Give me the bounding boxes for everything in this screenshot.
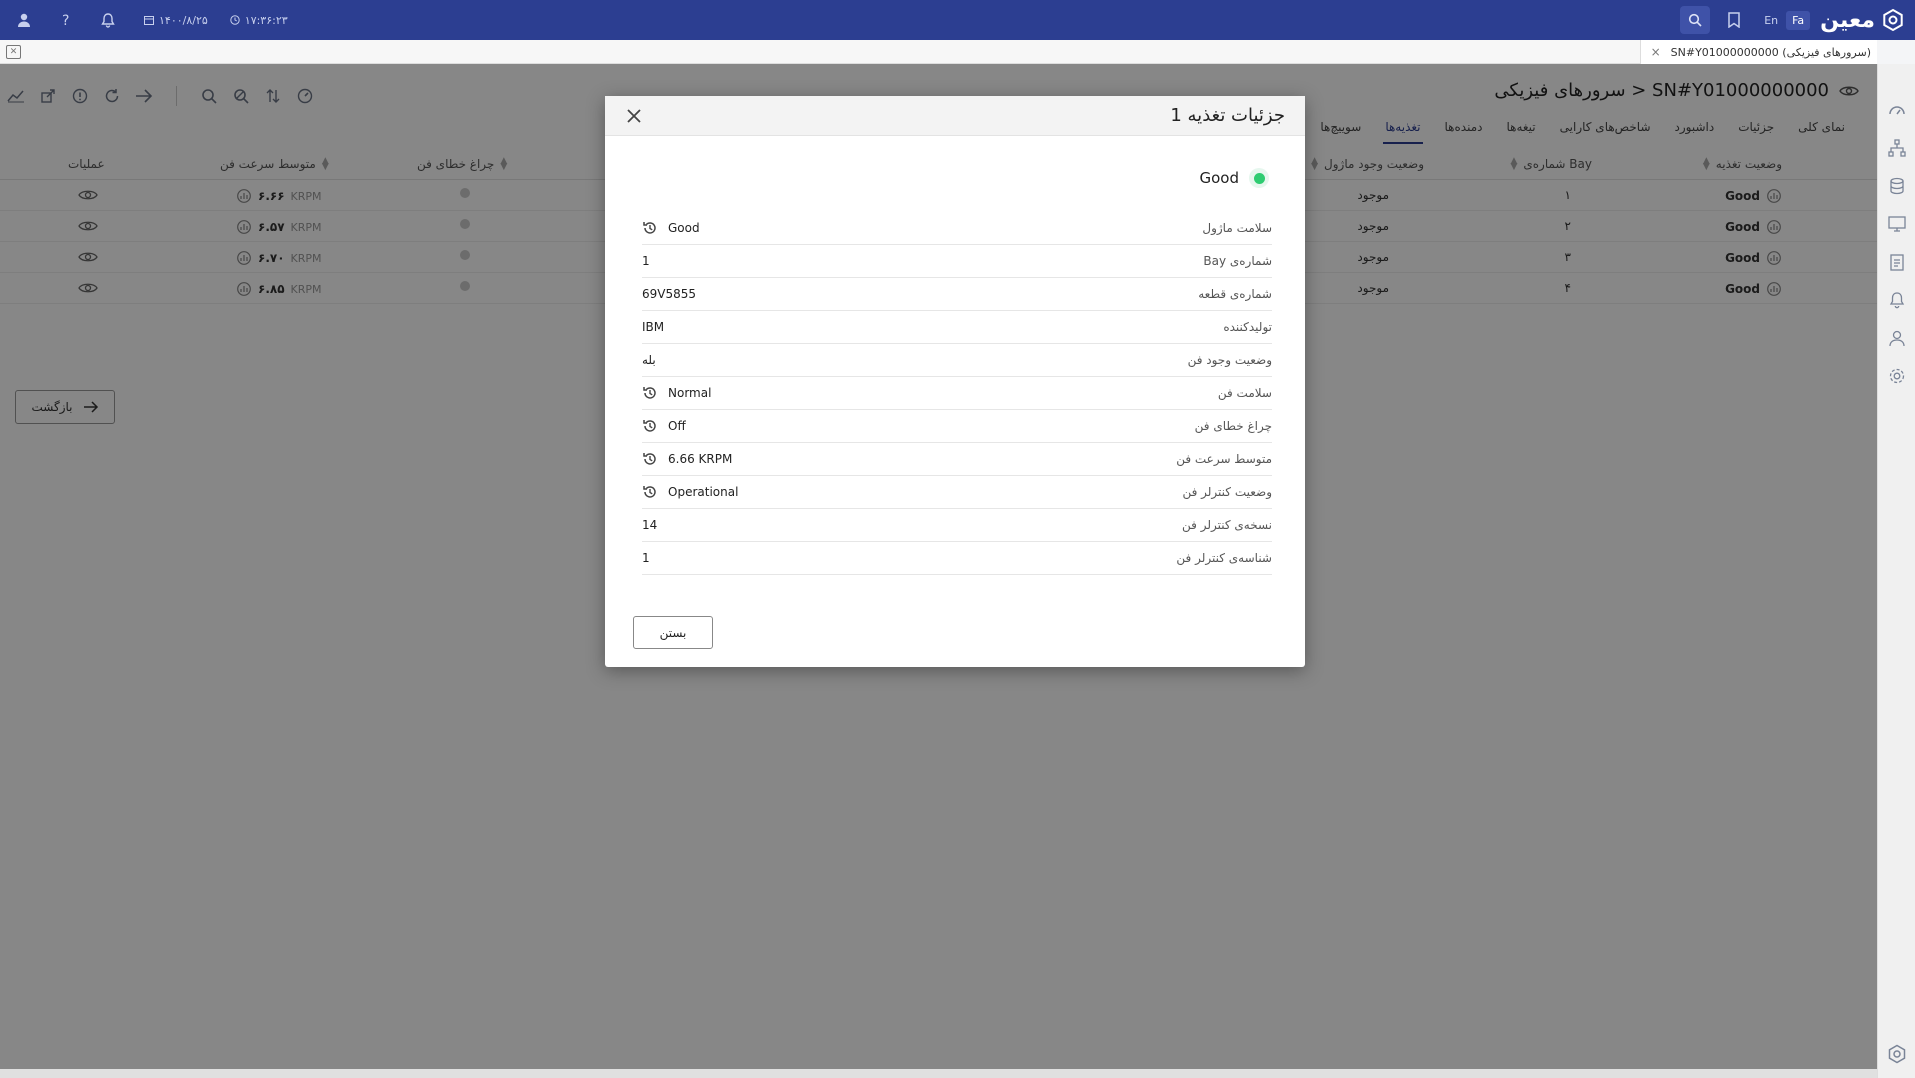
open-tab[interactable]: × SN#Y01000000000 (سرورهای فیزیکی)	[1639, 40, 1877, 64]
detail-label: تولیدکننده	[1223, 320, 1272, 334]
detail-value-group: IBM	[642, 320, 664, 334]
dashboard-gauge-icon[interactable]	[1887, 100, 1907, 120]
product-emblem-icon	[1887, 1044, 1907, 1064]
history-icon[interactable]	[642, 385, 658, 401]
detail-row: 14 نسخه‌ی کنترلر فن	[642, 509, 1272, 542]
detail-row: Good سلامت ماژول	[642, 212, 1272, 245]
detail-value: Good	[668, 221, 700, 235]
overall-status-text: Good	[1199, 169, 1240, 187]
detail-label: وضعیت کنترلر فن	[1182, 485, 1272, 499]
detail-value-group: 14	[642, 518, 657, 532]
detail-row: بله وضعیت وجود فن	[642, 344, 1272, 377]
detail-row: Normal سلامت فن	[642, 377, 1272, 410]
detail-row: Operational وضعیت کنترلر فن	[642, 476, 1272, 509]
detail-value-group: Normal	[642, 385, 711, 401]
close-button[interactable]: بستن	[633, 616, 713, 649]
topology-icon[interactable]	[1887, 138, 1907, 158]
detail-label: شماره‌ی قطعه	[1198, 287, 1272, 301]
detail-value: 1	[642, 254, 650, 268]
history-icon[interactable]	[642, 418, 658, 434]
open-tab-label: SN#Y01000000000 (سرورهای فیزیکی)	[1670, 45, 1871, 59]
side-nav-rail	[1877, 64, 1915, 1078]
time-display: ۱۷:۳۶:۲۳	[230, 14, 288, 27]
detail-value-group: 69V5855	[642, 287, 696, 301]
svg-text:?: ?	[62, 13, 69, 28]
top-bar: ? ۱۴۰۰/۸/۲۵ ۱۷:۳۶:۲۳ En Fa معین	[0, 0, 1915, 40]
time-text: ۱۷:۳۶:۲۳	[244, 13, 288, 27]
detail-value: Operational	[668, 485, 739, 499]
status-strip	[0, 1069, 1877, 1078]
detail-value: Off	[668, 419, 686, 433]
detail-value: 14	[642, 518, 658, 532]
detail-label: سلامت ماژول	[1202, 221, 1272, 235]
users-icon[interactable]	[1887, 328, 1907, 348]
monitor-icon[interactable]	[1887, 214, 1907, 234]
calendar-icon	[144, 15, 154, 25]
close-icon[interactable]	[623, 105, 645, 127]
detail-value: Normal	[668, 386, 712, 400]
help-icon[interactable]: ?	[52, 6, 80, 34]
detail-value-group: 1	[642, 551, 650, 565]
detail-label: وضعیت وجود فن	[1187, 353, 1272, 367]
lang-en-button[interactable]: En	[1758, 11, 1784, 30]
lang-fa-button[interactable]: Fa	[1786, 10, 1811, 30]
date-text: ۱۴۰۰/۸/۲۵	[159, 13, 208, 27]
detail-row: 1 شماره‌ی Bay	[642, 245, 1272, 278]
detail-value-group: بله	[642, 353, 656, 367]
brand-emblem-icon	[1881, 8, 1905, 32]
detail-value-group: 1	[642, 254, 650, 268]
clipboard-icon[interactable]	[1887, 252, 1907, 272]
top-bar-left: ? ۱۴۰۰/۸/۲۵ ۱۷:۳۶:۲۳	[10, 6, 288, 34]
detail-value-group: Good	[642, 220, 700, 236]
details-list: Good سلامت ماژول 1 شماره‌ی Bay 69V5855 ش…	[642, 212, 1272, 575]
history-icon[interactable]	[642, 220, 658, 236]
power-details-dialog: جزئیات تغذیه 1 Good Good سلامت ماژول 1 ش…	[605, 96, 1305, 667]
search-button[interactable]	[1680, 6, 1711, 34]
overall-status: Good	[1199, 168, 1269, 188]
detail-value-group: 6.66 KRPM	[642, 451, 732, 467]
search-icon	[1688, 13, 1702, 27]
notification-bell-icon[interactable]	[94, 6, 122, 34]
brand-logo[interactable]: معین	[1820, 8, 1905, 33]
bookmark-icon[interactable]	[1720, 6, 1748, 34]
close-all-tabs-icon[interactable]: ✕	[6, 45, 21, 59]
date-display: ۱۴۰۰/۸/۲۵	[144, 14, 208, 27]
detail-label: نسخه‌ی کنترلر فن	[1182, 518, 1272, 532]
status-ok-icon	[1249, 168, 1269, 188]
open-tabs-strip: ✕ × SN#Y01000000000 (سرورهای فیزیکی)	[0, 40, 1877, 64]
detail-value: 1	[642, 551, 650, 565]
history-icon[interactable]	[642, 451, 658, 467]
settings-gear-icon[interactable]	[1887, 366, 1907, 386]
top-bar-right: En Fa معین	[1680, 6, 1905, 34]
history-icon[interactable]	[642, 484, 658, 500]
detail-value: 6.66 KRPM	[668, 452, 733, 466]
detail-row: 1 شناسه‌ی کنترلر فن	[642, 542, 1272, 575]
dialog-title: جزئیات تغذیه 1	[1170, 105, 1285, 126]
detail-value-group: Off	[642, 418, 686, 434]
language-switcher: En Fa	[1758, 10, 1811, 30]
brand-name: معین	[1820, 7, 1875, 33]
detail-row: 6.66 KRPM متوسط سرعت فن	[642, 443, 1272, 476]
detail-label: شماره‌ی Bay	[1203, 254, 1272, 268]
detail-value-group: Operational	[642, 484, 738, 500]
detail-label: شناسه‌ی کنترلر فن	[1176, 551, 1272, 565]
detail-label: متوسط سرعت فن	[1176, 452, 1272, 466]
detail-row: 69V5855 شماره‌ی قطعه	[642, 278, 1272, 311]
clock-icon	[230, 15, 240, 25]
detail-value: IBM	[642, 320, 665, 334]
detail-label: چراغ خطای فن	[1194, 419, 1272, 433]
detail-value: بله	[642, 353, 656, 367]
tab-close-icon[interactable]: ×	[1651, 45, 1661, 59]
detail-row: Off چراغ خطای فن	[642, 410, 1272, 443]
alarm-bell-icon[interactable]	[1887, 290, 1907, 310]
user-icon[interactable]	[10, 6, 38, 34]
database-icon[interactable]	[1887, 176, 1907, 196]
detail-label: سلامت فن	[1217, 386, 1272, 400]
dialog-header: جزئیات تغذیه 1	[605, 96, 1305, 136]
detail-row: IBM تولیدکننده	[642, 311, 1272, 344]
detail-value: 69V5855	[642, 287, 697, 301]
